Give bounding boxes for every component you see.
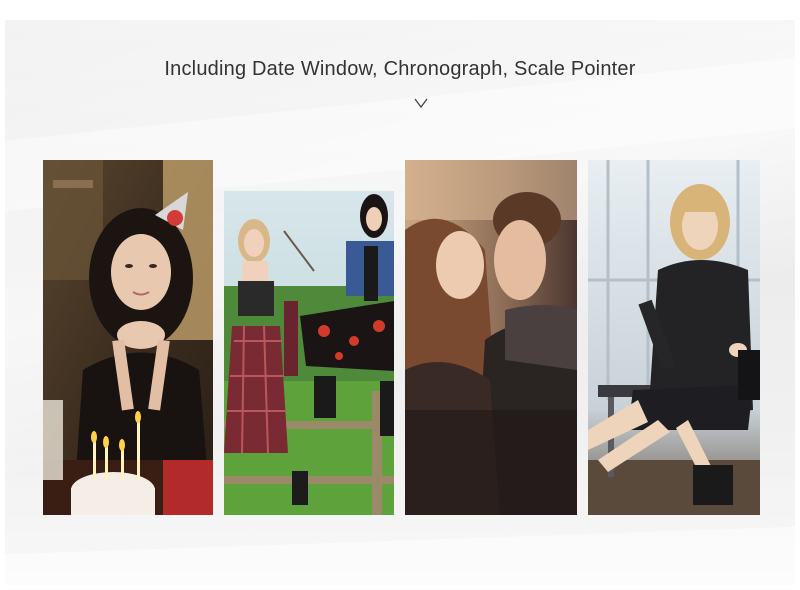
headline: Including Date Window, Chronograph, Scal… (164, 58, 636, 80)
couple-photo (405, 160, 577, 515)
background-sheen-bottom (5, 524, 795, 585)
chevron-down-icon (414, 98, 428, 109)
birthday-photo (43, 160, 213, 515)
friends-fence-photo (224, 191, 394, 515)
fashion-photo (588, 160, 760, 515)
